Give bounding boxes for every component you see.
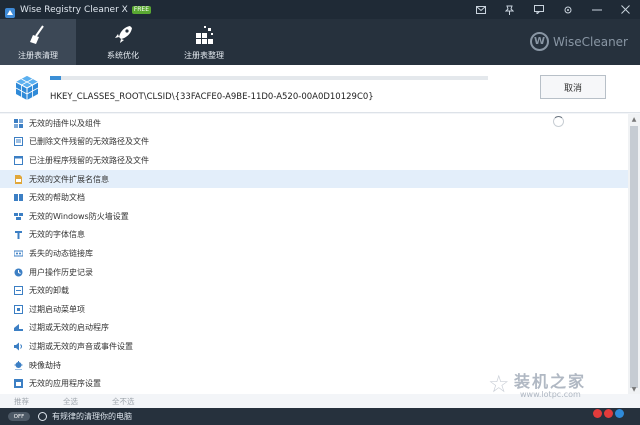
plugin-icon <box>14 118 23 128</box>
dll-icon <box>14 249 23 258</box>
schedule-text: 有规律的清理你的电脑 <box>52 412 132 421</box>
list-item[interactable]: 无效的帮助文档 <box>0 188 628 207</box>
close-icon[interactable] <box>611 0 640 19</box>
scan-progress-bar <box>50 76 488 80</box>
hijack-icon <box>14 360 23 370</box>
main-header: 注册表清理 系统优化 注册表整理 W WiseCleaner <box>0 19 640 65</box>
font-icon <box>14 230 23 240</box>
tab-label: 注册表整理 <box>184 51 224 60</box>
list-item-label: 过期或无效的声音或事件设置 <box>29 341 133 351</box>
tab-registry-defrag[interactable]: 注册表整理 <box>166 19 242 65</box>
loading-spinner-icon <box>553 116 564 127</box>
list-item-label: 无效的文件扩展名信息 <box>29 174 109 184</box>
app-settings-icon <box>14 379 23 389</box>
program-icon <box>14 155 23 165</box>
free-badge: FREE <box>131 5 152 14</box>
uninstall-icon <box>14 286 23 296</box>
list-item-label: 无效的字体信息 <box>29 230 85 240</box>
tab-system-optimize[interactable]: 系统优化 <box>85 19 161 65</box>
registry-cube-icon <box>14 75 40 101</box>
scroll-up-icon[interactable]: ▲ <box>630 116 638 124</box>
scan-panel: HKEY_CLASSES_ROOT\CLSID\{33FACFE0-A9BE-1… <box>0 65 640 113</box>
clock-icon <box>38 412 47 421</box>
list-item[interactable]: 过期启动菜单项 <box>0 300 628 319</box>
list-item-label: 过期或无效的启动程序 <box>29 323 109 333</box>
scroll-down-icon[interactable]: ▼ <box>630 386 638 394</box>
brand-name: WiseCleaner <box>553 34 628 49</box>
file-list-icon <box>14 137 23 147</box>
mail-icon[interactable] <box>466 0 495 19</box>
scroll-thumb[interactable] <box>630 126 638 388</box>
list-item[interactable]: 用户操作历史记录 <box>0 263 628 282</box>
red-dot-icon <box>604 409 613 418</box>
list-item[interactable]: 无效的卸载 <box>0 281 628 300</box>
brand-logo: W WiseCleaner <box>530 32 628 51</box>
history-icon <box>14 268 23 277</box>
watermark-star-icon: ☆ <box>488 370 510 398</box>
list-scrollbar[interactable]: ▲ ▼ <box>628 114 640 394</box>
feedback-icon[interactable] <box>524 0 553 19</box>
watermark-dots <box>590 409 624 418</box>
app-logo-icon <box>4 4 16 18</box>
blocks-icon <box>193 24 215 46</box>
blue-dot-icon <box>615 409 624 418</box>
list-item-label: 无效的插件以及组件 <box>29 118 101 128</box>
select-all-link[interactable]: 全选 <box>63 396 78 407</box>
help-doc-icon <box>14 193 23 202</box>
settings-icon[interactable] <box>553 0 582 19</box>
list-item-label: 映像劫持 <box>29 360 61 370</box>
red-dot-icon <box>593 409 602 418</box>
list-item[interactable]: 无效的Windows防火墙设置 <box>0 207 628 226</box>
scan-current-path: HKEY_CLASSES_ROOT\CLSID\{33FACFE0-A9BE-1… <box>50 92 374 102</box>
list-item-label: 用户操作历史记录 <box>29 267 93 277</box>
tab-label: 系统优化 <box>107 51 139 60</box>
cancel-button[interactable]: 取消 <box>540 75 606 99</box>
tab-registry-clean[interactable]: 注册表清理 <box>0 19 76 65</box>
tab-label: 注册表清理 <box>18 51 58 60</box>
title-bar: Wise Registry Cleaner X FREE <box>0 0 640 19</box>
watermark-text: 装机之家 <box>514 372 587 391</box>
sound-icon <box>14 342 23 351</box>
list-item-label: 无效的应用程序设置 <box>29 379 101 389</box>
recommended-link[interactable]: 推荐 <box>14 396 29 407</box>
list-item-label: 无效的卸载 <box>29 286 69 296</box>
minimize-icon[interactable] <box>582 0 611 19</box>
file-extension-icon <box>14 174 23 184</box>
list-item[interactable]: 无效的字体信息 <box>0 226 628 245</box>
window-title: Wise Registry Cleaner X <box>20 4 128 15</box>
schedule-toggle[interactable]: OFF <box>8 412 30 421</box>
list-item-label: 已删除文件残留的无效路径及文件 <box>29 137 149 147</box>
startup-icon <box>14 323 23 332</box>
list-item[interactable]: 无效的文件扩展名信息 <box>0 169 628 189</box>
list-item-label: 过期启动菜单项 <box>29 304 85 314</box>
list-item[interactable]: 过期或无效的声音或事件设置 <box>0 337 628 356</box>
list-item-label: 无效的Windows防火墙设置 <box>29 211 129 221</box>
list-item[interactable]: 过期或无效的启动程序 <box>0 319 628 338</box>
watermark-url: www.lotpc.com <box>520 390 581 399</box>
list-item-label: 丢失的动态链接库 <box>29 248 93 258</box>
list-item[interactable]: 无效的插件以及组件 <box>0 114 628 133</box>
scan-category-list: 无效的插件以及组件已删除文件残留的无效路径及文件 已注册程序残留的无效路径及文件无… <box>0 114 628 394</box>
brand-mark: W <box>530 32 550 51</box>
status-bar: OFF 有规律的清理你的电脑 <box>0 408 640 425</box>
list-item-label: 无效的帮助文档 <box>29 193 85 203</box>
firewall-icon <box>14 212 23 221</box>
list-item[interactable]: 已注册程序残留的无效路径及文件 <box>0 151 628 170</box>
list-item[interactable]: 已删除文件残留的无效路径及文件 <box>0 133 628 152</box>
rocket-icon <box>112 24 134 46</box>
watermark: ☆ 装机之家 www.lotpc.com <box>480 364 630 408</box>
list-item-label: 已注册程序残留的无效路径及文件 <box>29 155 149 165</box>
select-none-link[interactable]: 全不选 <box>112 396 135 407</box>
pin-icon[interactable] <box>495 0 524 19</box>
scan-progress-fill <box>50 76 61 80</box>
list-item[interactable]: 丢失的动态链接库 <box>0 244 628 263</box>
start-menu-icon <box>14 304 23 314</box>
broom-icon <box>27 24 49 46</box>
